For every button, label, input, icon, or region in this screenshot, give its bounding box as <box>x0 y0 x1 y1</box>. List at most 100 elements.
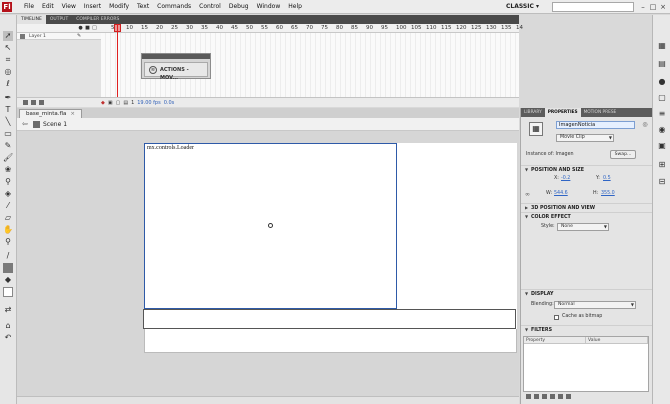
rectangle-tool-icon[interactable]: ▭ <box>3 129 13 139</box>
minimize-button[interactable]: – <box>638 1 648 13</box>
menu-window[interactable]: Window <box>253 0 285 14</box>
menu-modify[interactable]: Modify <box>105 0 133 14</box>
delete-layer-icon[interactable] <box>39 100 44 105</box>
motion-editor-icon[interactable]: ⊞ <box>657 160 667 170</box>
menu-view[interactable]: View <box>58 0 80 14</box>
eraser-tool-icon[interactable]: ▱ <box>3 213 13 223</box>
pen-tool-icon[interactable]: ✒ <box>3 93 13 103</box>
eye-icon[interactable]: ● <box>78 25 83 31</box>
filters-table[interactable]: Property Value <box>523 336 649 392</box>
y-value[interactable]: 0.5 <box>603 176 611 181</box>
loader-component[interactable]: mx.controls.Loader <box>144 143 397 309</box>
swap-button[interactable]: Swap... <box>610 150 636 159</box>
menu-text[interactable]: Text <box>133 0 153 14</box>
line-tool-icon[interactable]: ╲ <box>3 117 13 127</box>
bottom-movieclip-upper[interactable] <box>143 309 516 329</box>
clipboard-icon[interactable] <box>542 394 547 399</box>
section-position-size[interactable]: ▼ POSITION AND SIZE <box>521 165 653 173</box>
swatches-panel-icon[interactable]: ▤ <box>657 59 667 69</box>
transform-panel-icon[interactable]: ▢ <box>657 93 667 103</box>
delete-filter-icon[interactable] <box>566 394 571 399</box>
link-constraint-icon[interactable]: ∞ <box>525 191 530 198</box>
menu-edit[interactable]: Edit <box>38 0 58 14</box>
snap-icon[interactable]: ⌂ <box>3 321 13 331</box>
menu-debug[interactable]: Debug <box>225 0 253 14</box>
tab-compiler-errors[interactable]: COMPILER ERRORS <box>72 15 123 24</box>
menu-file[interactable]: File <box>20 0 38 14</box>
section-filters[interactable]: ▼ FILTERS <box>521 325 653 333</box>
tab-motion-presets[interactable]: MOTION PRESE <box>581 108 620 117</box>
frame-ruler[interactable]: 5 10 15 20 25 30 35 40 45 50 55 60 65 70 75 80 85 90 95 100… <box>101 24 523 33</box>
horizontal-scrollbar[interactable] <box>17 396 519 404</box>
pencil-tool-icon[interactable]: ✎ <box>3 141 13 151</box>
hand-tool-icon[interactable]: ✋ <box>3 225 13 235</box>
deco-tool-icon[interactable]: ❀ <box>3 165 13 175</box>
tab-output[interactable]: OUTPUT <box>46 15 72 24</box>
menu-help[interactable]: Help <box>284 0 306 14</box>
filters-col-value[interactable]: Value <box>586 337 648 343</box>
workspace-switcher[interactable]: CLASSIC ▾ <box>506 2 546 12</box>
close-icon[interactable]: × <box>70 111 75 117</box>
eyedropper-tool-icon[interactable]: ⁄ <box>3 201 13 211</box>
bone-tool-icon[interactable]: ⚲ <box>3 177 13 187</box>
center-frame-icon[interactable]: ◆ <box>101 100 105 106</box>
stroke-color-icon[interactable]: / <box>3 251 13 261</box>
actions-floating-panel[interactable]: ≋ ACTIONS - MOV... <box>141 53 211 81</box>
stroke-color-swatch[interactable] <box>3 263 13 273</box>
frame-rate[interactable]: 19.00 fps <box>137 100 160 106</box>
instance-name-input[interactable]: ImagenNoticia <box>556 121 635 129</box>
onion-outline-icon[interactable]: ▢ <box>116 100 121 106</box>
align-panel-icon[interactable]: ≡ <box>657 109 667 119</box>
layer-row[interactable]: Layer 1 ✎ <box>17 33 101 40</box>
smooth-icon[interactable]: ↶ <box>3 333 13 343</box>
presets-icon[interactable] <box>534 394 539 399</box>
h-value[interactable]: 355.0 <box>601 191 615 196</box>
swf-history-icon[interactable]: ◎ <box>641 121 649 129</box>
close-button[interactable]: × <box>658 1 668 13</box>
scene-label[interactable]: Scene 1 <box>43 118 67 131</box>
w-value[interactable]: 544.6 <box>554 191 568 196</box>
outline-icon[interactable]: □ <box>92 25 97 31</box>
fill-color-icon[interactable]: ◆ <box>3 275 13 285</box>
maximize-button[interactable]: □ <box>648 1 658 13</box>
component-inspector-icon[interactable]: ▣ <box>657 141 667 151</box>
components-panel-icon[interactable]: ◉ <box>657 125 667 135</box>
transform-point[interactable] <box>268 223 273 228</box>
lock-icon[interactable]: ■ <box>85 25 90 31</box>
help-search-input[interactable] <box>552 2 634 12</box>
document-tab[interactable]: base_minta.fla × <box>19 109 82 118</box>
back-arrow-icon[interactable]: ⇦ <box>22 120 28 128</box>
history-panel-icon[interactable]: ⊟ <box>657 177 667 187</box>
tab-timeline[interactable]: TIMELINE <box>17 15 46 24</box>
free-transform-tool-icon[interactable]: ⌗ <box>3 55 13 65</box>
tab-library[interactable]: LIBRARY <box>521 108 545 117</box>
onion-skin-icon[interactable]: ▣ <box>108 100 113 106</box>
color-panel-icon[interactable]: ▦ <box>657 41 667 51</box>
subselection-tool-icon[interactable]: ↖ <box>3 43 13 53</box>
section-3d-position[interactable]: ▶ 3D POSITION AND VIEW <box>521 203 653 211</box>
fill-color-swatch[interactable] <box>3 287 13 297</box>
actions-panel-titlebar[interactable] <box>142 54 210 59</box>
x-value[interactable]: -0.2 <box>561 176 570 181</box>
section-display[interactable]: ▼ DISPLAY <box>521 289 653 297</box>
section-color-effect[interactable]: ▼ COLOR EFFECT <box>521 212 653 220</box>
menu-control[interactable]: Control <box>195 0 225 14</box>
menu-insert[interactable]: Insert <box>80 0 105 14</box>
playhead[interactable] <box>117 24 118 97</box>
add-filter-icon[interactable] <box>526 394 531 399</box>
info-panel-icon[interactable]: ● <box>657 77 667 87</box>
enable-filter-icon[interactable] <box>550 394 555 399</box>
cache-as-bitmap-checkbox[interactable] <box>554 315 559 320</box>
bottom-movieclip-lower[interactable] <box>144 329 517 353</box>
zoom-tool-icon[interactable]: ⚲ <box>3 237 13 247</box>
filters-col-property[interactable]: Property <box>524 337 586 343</box>
edit-multiple-icon[interactable]: ▤ <box>123 100 128 106</box>
new-folder-icon[interactable] <box>31 100 36 105</box>
3d-rotation-tool-icon[interactable]: ◎ <box>3 67 13 77</box>
color-style-select[interactable]: None ▼ <box>557 223 609 231</box>
tab-properties[interactable]: PROPERTIES <box>544 108 581 117</box>
symbol-type-select[interactable]: Movie Clip ▼ <box>556 134 614 142</box>
blending-select[interactable]: Normal ▼ <box>554 301 636 309</box>
brush-tool-icon[interactable]: 🖌 <box>3 153 13 163</box>
new-layer-icon[interactable] <box>23 100 28 105</box>
